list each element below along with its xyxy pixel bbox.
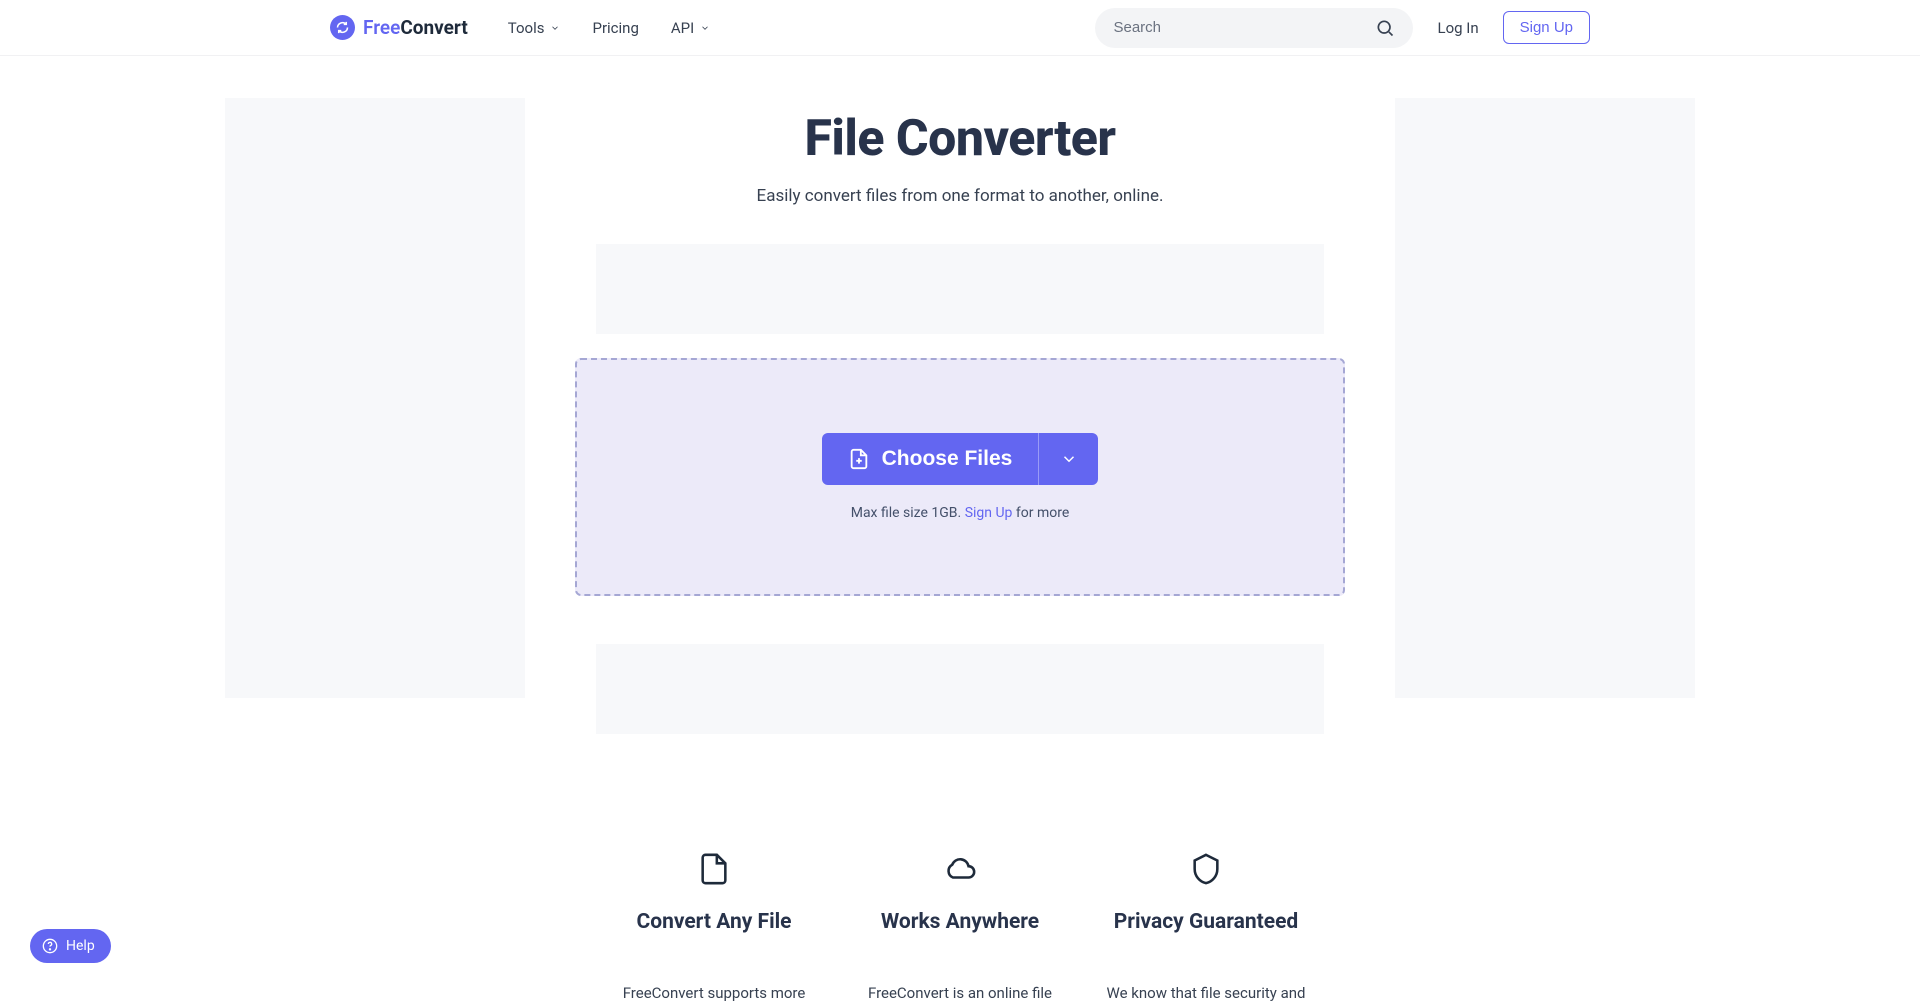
login-link[interactable]: Log In <box>1437 19 1478 37</box>
feature-body: FreeConvert supports more <box>623 982 806 1005</box>
logo[interactable]: FreeConvert <box>330 15 468 40</box>
help-button[interactable]: Help <box>30 929 111 963</box>
ad-top-banner <box>596 244 1324 334</box>
feature-body: FreeConvert is an online file <box>868 982 1052 1005</box>
chevron-down-icon <box>700 23 710 33</box>
nav-tools-label: Tools <box>508 19 545 37</box>
search-icon <box>1375 18 1395 38</box>
feature-convert: Convert Any File FreeConvert supports mo… <box>605 852 823 1005</box>
logo-text: FreeConvert <box>363 16 468 39</box>
file-icon <box>697 852 731 886</box>
page-subtitle: Easily convert files from one format to … <box>757 186 1164 206</box>
size-note: Max file size 1GB. Sign Up for more <box>851 505 1070 521</box>
nav-api[interactable]: API <box>671 19 710 37</box>
cloud-icon <box>943 852 977 886</box>
feature-title: Works Anywhere <box>881 910 1039 934</box>
size-note-suffix: for more <box>1012 505 1069 521</box>
help-label: Help <box>66 938 95 954</box>
choose-files-button[interactable]: Choose Files <box>822 433 1039 485</box>
file-add-icon <box>848 448 870 470</box>
feature-title: Privacy Guaranteed <box>1114 910 1299 934</box>
nav-pricing[interactable]: Pricing <box>592 19 638 37</box>
choose-files-label: Choose Files <box>882 447 1013 471</box>
logo-icon <box>330 15 355 40</box>
ad-right <box>1395 98 1695 698</box>
main: File Converter Easily convert files from… <box>0 56 1920 1005</box>
header-inner: FreeConvert Tools Pricing API Log In Sig… <box>330 8 1590 48</box>
nav-pricing-label: Pricing <box>592 19 638 37</box>
search-input[interactable] <box>1113 19 1375 36</box>
feature-anywhere: Works Anywhere FreeConvert is an online … <box>851 852 1069 1005</box>
ad-mid-banner <box>596 644 1324 734</box>
feature-body: We know that file security and <box>1107 982 1306 1005</box>
nav-tools[interactable]: Tools <box>508 19 561 37</box>
header-right: Log In Sign Up <box>1095 8 1590 48</box>
features-row: Convert Any File FreeConvert supports mo… <box>575 760 1345 1005</box>
chevron-down-icon <box>1060 450 1078 468</box>
chevron-down-icon <box>550 23 560 33</box>
choose-files-dropdown[interactable] <box>1038 433 1098 485</box>
center-column: File Converter Easily convert files from… <box>575 98 1345 1005</box>
ad-left <box>225 98 525 698</box>
nav: Tools Pricing API <box>508 19 710 37</box>
page-title: File Converter <box>804 110 1115 168</box>
help-icon <box>42 938 58 954</box>
size-note-signup-link[interactable]: Sign Up <box>965 505 1013 521</box>
signup-button[interactable]: Sign Up <box>1503 11 1590 44</box>
size-note-prefix: Max file size 1GB. <box>851 505 965 521</box>
dropzone[interactable]: Choose Files Max file size 1GB. Sign Up … <box>575 358 1345 596</box>
nav-api-label: API <box>671 19 694 37</box>
shield-icon <box>1189 852 1223 886</box>
search-box[interactable] <box>1095 8 1413 48</box>
feature-privacy: Privacy Guaranteed We know that file sec… <box>1097 852 1315 1005</box>
choose-files-wrap: Choose Files <box>822 433 1099 485</box>
feature-title: Convert Any File <box>636 910 791 934</box>
header: FreeConvert Tools Pricing API Log In Sig… <box>0 0 1920 56</box>
